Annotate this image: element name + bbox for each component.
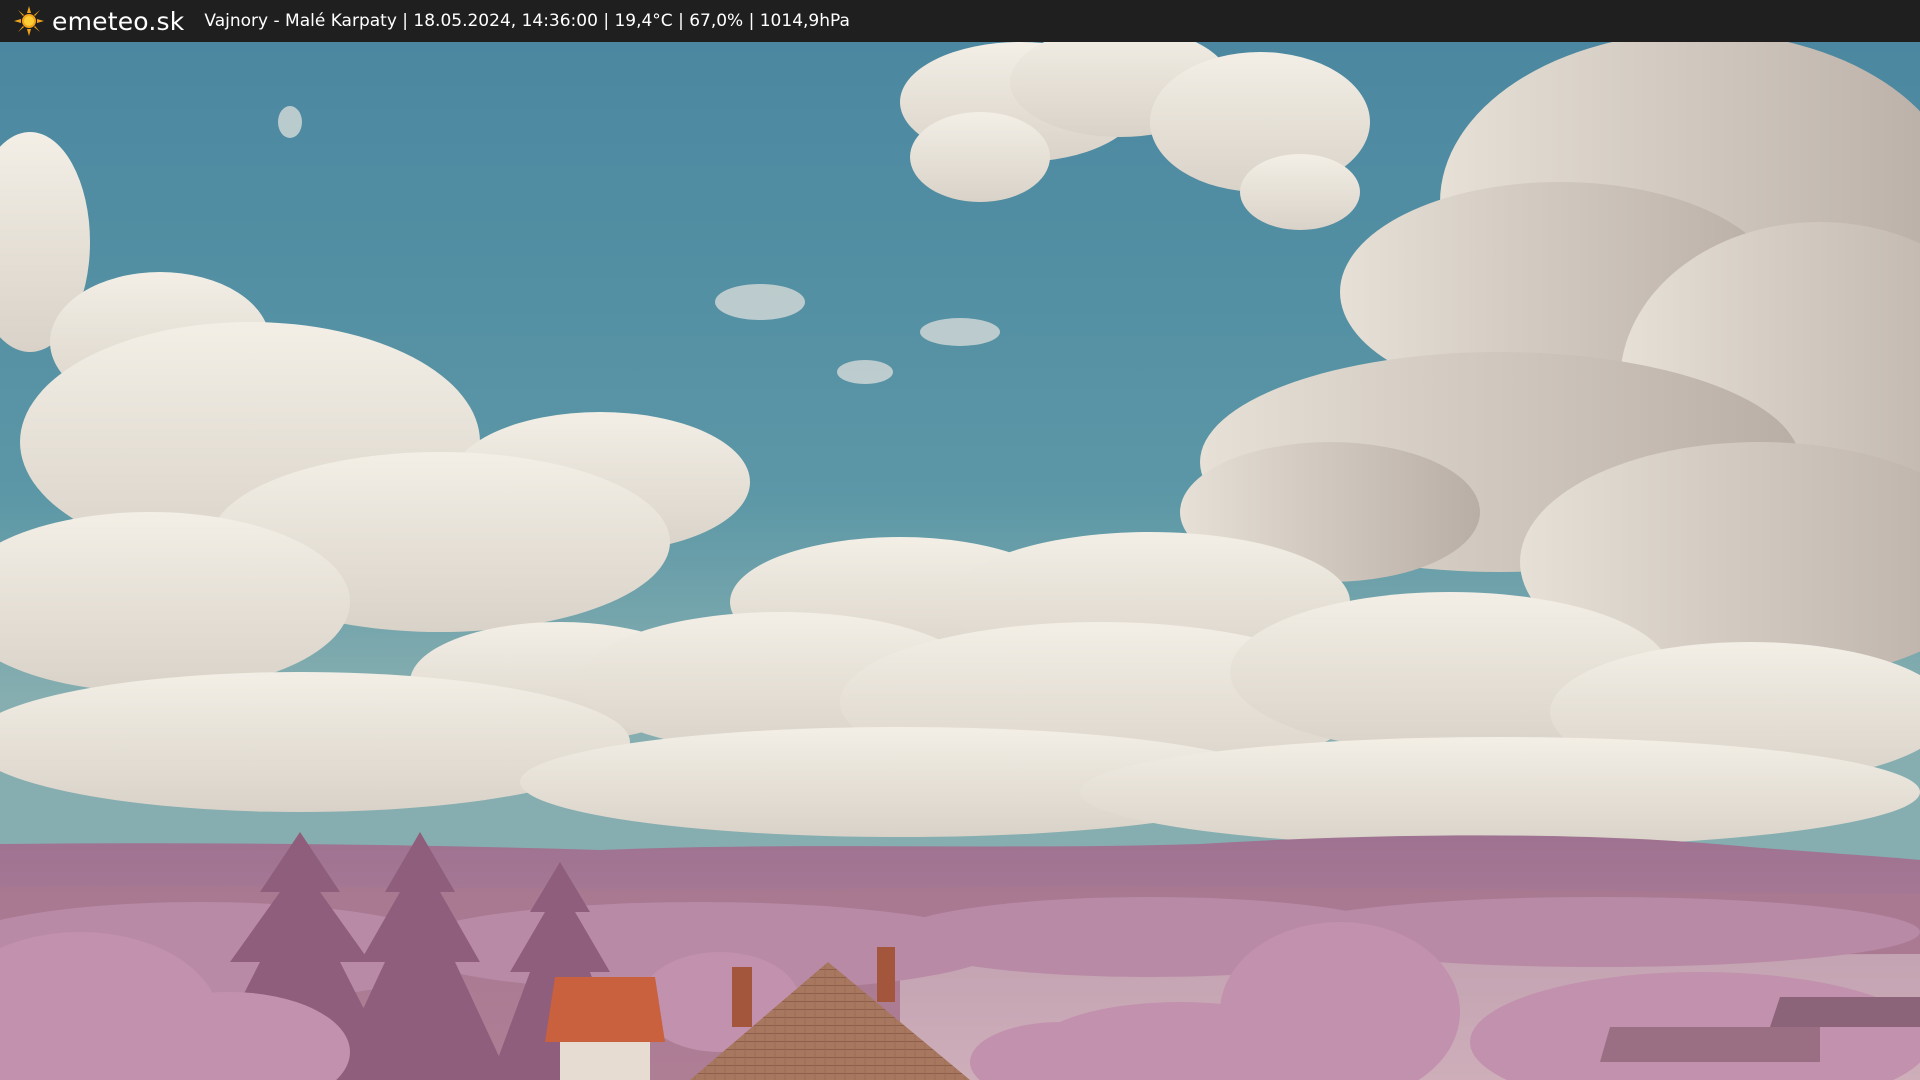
top-bar: emeteo.sk Vajnory - Malé Karpaty | 18.05… — [0, 0, 1920, 42]
brand-name: emeteo.sk — [52, 6, 185, 36]
webcam-caption: Vajnory - Malé Karpaty | 18.05.2024, 14:… — [204, 11, 850, 31]
site-logo[interactable]: emeteo.sk — [14, 6, 184, 36]
webcam-image — [0, 42, 1920, 1080]
sun-icon — [14, 6, 44, 36]
